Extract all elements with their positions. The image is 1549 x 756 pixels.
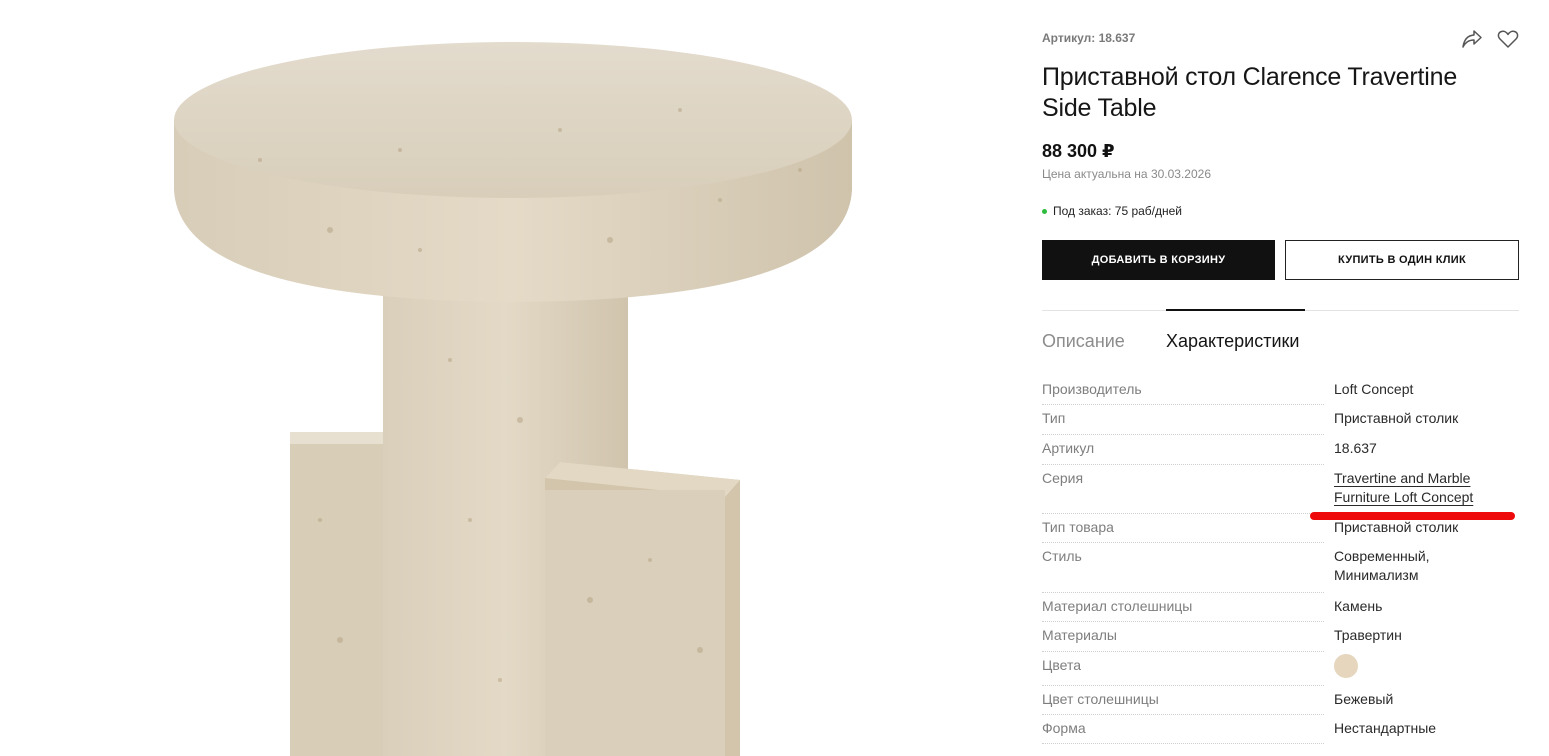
product-tabs: Описание Характеристики <box>1042 309 1519 360</box>
spec-label: Стиль <box>1042 547 1334 597</box>
spec-label: Материалы <box>1042 626 1334 656</box>
color-swatch[interactable] <box>1334 654 1358 678</box>
spec-value: Травертин <box>1334 627 1402 643</box>
spec-row-materials: Материалы Травертин <box>1042 626 1519 656</box>
spec-row-shape: Форма Нестандартные <box>1042 719 1519 748</box>
specs-list: Производитель Loft Concept Тип Приставно… <box>1042 380 1519 748</box>
product-photo <box>174 42 852 756</box>
add-to-cart-button[interactable]: ДОБАВИТЬ В КОРЗИНУ <box>1042 240 1275 280</box>
top-actions <box>1461 28 1519 50</box>
spec-label: Цвета <box>1042 656 1334 690</box>
spec-row-manufacturer: Производитель Loft Concept <box>1042 380 1519 409</box>
spec-row-top-color: Цвет столешницы Бежевый <box>1042 690 1519 719</box>
spec-row-type: Тип Приставной столик <box>1042 409 1519 439</box>
spec-row-sku: Артикул 18.637 <box>1042 439 1519 469</box>
price-note: Цена актуальна на 30.03.2026 <box>1042 167 1211 181</box>
heart-icon[interactable] <box>1497 28 1519 50</box>
spec-label: Тип товара <box>1042 518 1334 547</box>
product-gallery[interactable] <box>0 0 1010 756</box>
spec-label: Артикул <box>1042 439 1334 469</box>
red-underline-annotation <box>1310 512 1515 520</box>
spec-value: Бежевый <box>1334 691 1394 707</box>
series-link[interactable]: Travertine and Marble Furniture Loft Conc… <box>1334 470 1473 505</box>
spec-label: Тип <box>1042 409 1334 439</box>
spec-value <box>1334 654 1519 690</box>
spec-label: Цвет столешницы <box>1042 690 1334 719</box>
status-dot-icon <box>1042 208 1047 214</box>
spec-value: 18.637 <box>1334 440 1377 456</box>
buy-one-click-button[interactable]: КУПИТЬ В ОДИН КЛИК <box>1285 240 1519 280</box>
spec-value: Travertine and Marble Furniture Loft Conc… <box>1334 469 1519 518</box>
spec-row-product-type: Тип товара Приставной столик <box>1042 518 1519 547</box>
availability-status: Под заказ: 75 раб/дней <box>1042 204 1182 218</box>
spec-row-series: Серия Travertine and Marble Furniture Lof… <box>1042 469 1519 518</box>
availability-text: Под заказ: 75 раб/дней <box>1053 204 1183 218</box>
spec-row-colors: Цвета <box>1042 654 1519 690</box>
spec-label: Форма <box>1042 719 1334 748</box>
spec-row-style: Стиль Современный, Минимализм <box>1042 547 1519 597</box>
spec-value: Loft Concept <box>1334 381 1414 397</box>
tab-description[interactable]: Описание <box>1042 331 1125 352</box>
spec-label: Материал столешницы <box>1042 597 1334 626</box>
spec-label: Серия <box>1042 469 1334 518</box>
spec-row-top-material: Материал столешницы Камень <box>1042 597 1519 626</box>
spec-value: Нестандартные <box>1334 720 1437 736</box>
sku-label: Артикул: 18.637 <box>1042 31 1136 45</box>
spec-value: Современный, Минимализм <box>1334 548 1430 583</box>
spec-value: Камень <box>1334 598 1383 614</box>
product-price: 88 300 ₽ <box>1042 141 1115 161</box>
spec-label: Производитель <box>1042 380 1334 409</box>
share-icon[interactable] <box>1461 28 1483 50</box>
spec-value: Приставной столик <box>1334 519 1459 535</box>
product-title: Приставной стол Clarence Travertine Side… <box>1042 63 1458 122</box>
spec-value: Приставной столик <box>1334 410 1459 426</box>
tab-active-indicator <box>1166 309 1305 311</box>
tab-characteristics[interactable]: Характеристики <box>1166 331 1299 352</box>
product-info-panel: Артикул: 18.637 Приставной стол Clarence… <box>1042 0 1519 756</box>
